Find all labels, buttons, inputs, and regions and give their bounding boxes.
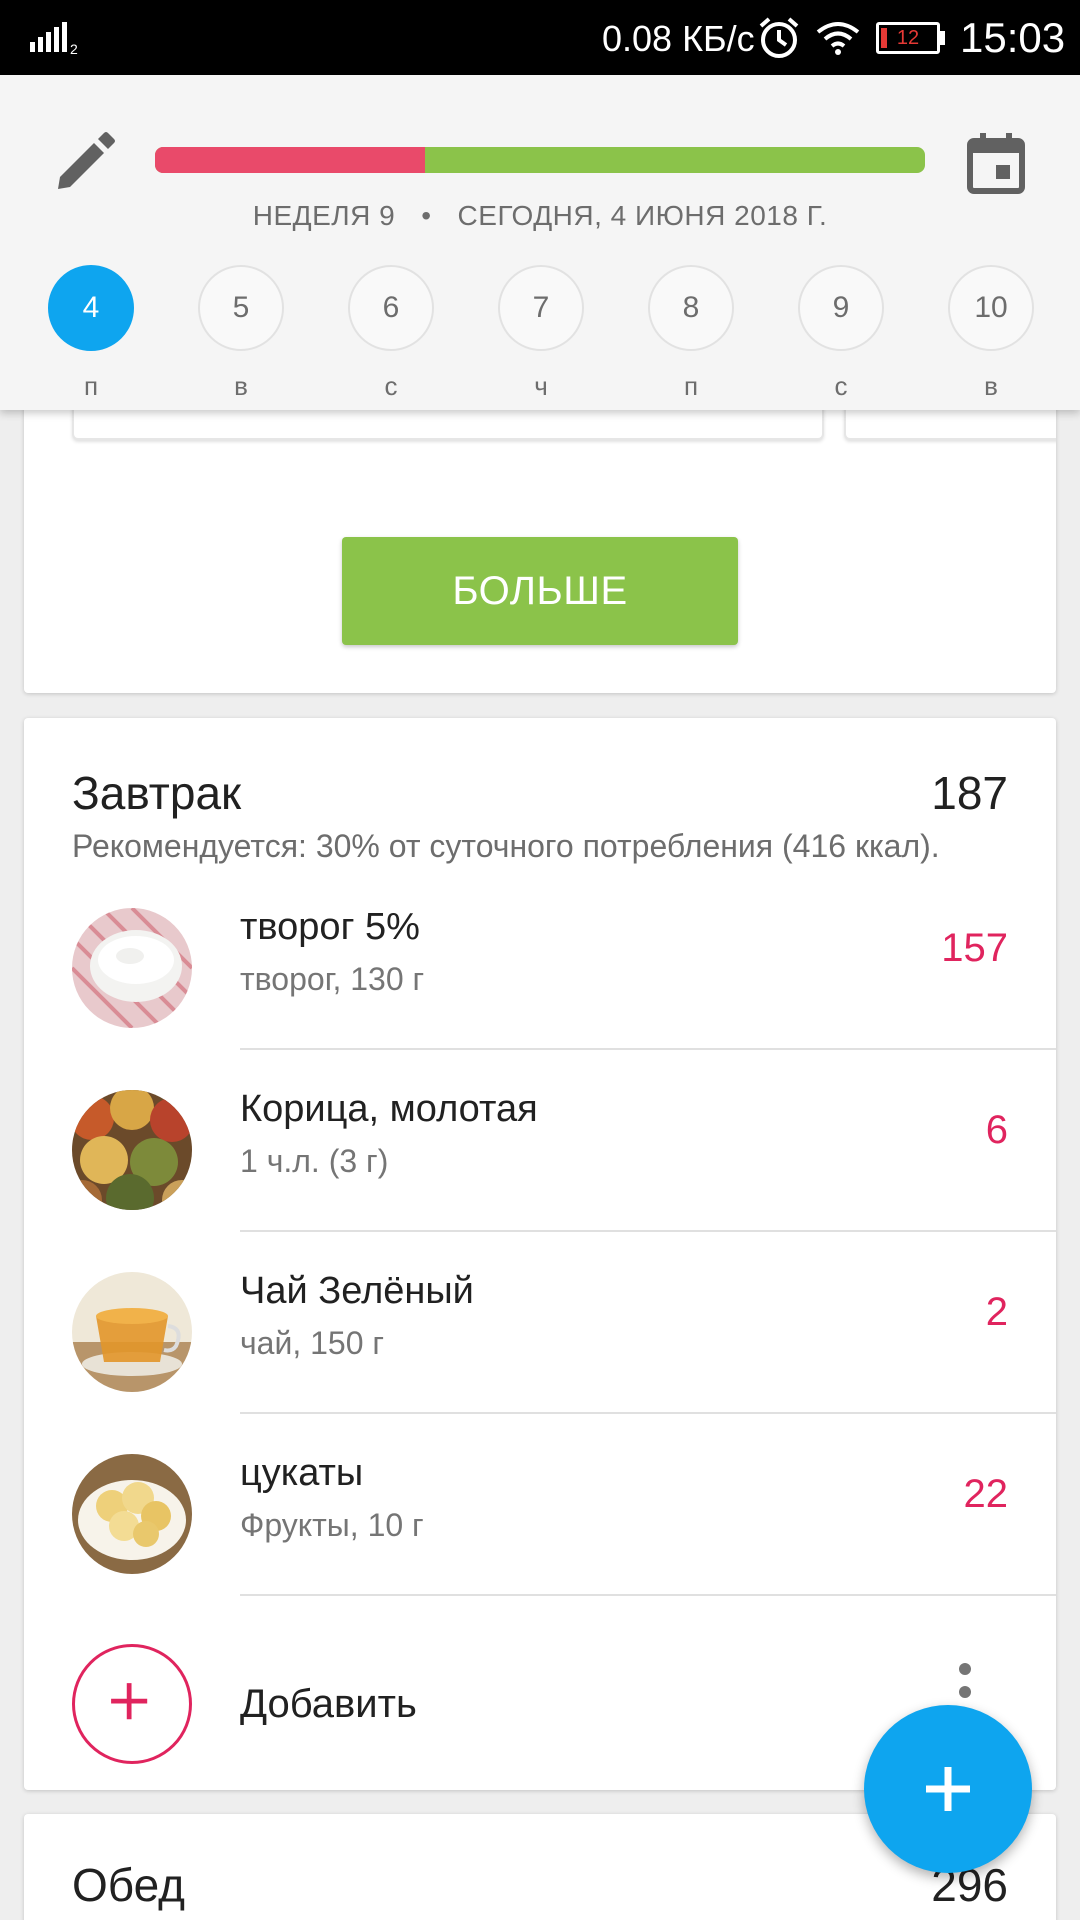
diary-header: НЕДЕЛЯ 9 • СЕГОДНЯ, 4 ИЮНЯ 2018 Г. 4 п 5 в… [0,75,1080,410]
add-fab-button[interactable] [864,1705,1032,1873]
pencil-icon [58,132,115,189]
food-portion: Фрукты, 10 г [240,1507,424,1543]
day-item[interactable]: 7 ч [498,265,584,402]
day-item[interactable]: 5 в [198,265,284,402]
weekday-label: с [834,371,848,401]
day-number: 7 [498,265,584,351]
network-label: 2 [70,41,78,54]
plus-icon [926,1767,970,1811]
food-portion: 1 ч.л. (3 г) [240,1143,389,1179]
day-selector: 4 п 5 в 6 с 7 ч 8 п 9 с 10 в [0,265,1080,405]
weekday-label: п [683,371,699,401]
food-kcal: 157 [941,926,1008,970]
week-label: НЕДЕЛЯ 9 [252,200,396,231]
meal-title: Обед [72,1859,186,1911]
dried-fruit-photo [72,1454,192,1574]
food-name: Чай Зелёный [240,1270,474,1312]
today-date-label: СЕГОДНЯ, 4 ИЮНЯ 2018 Г. [457,200,828,231]
calendar-icon [967,133,1025,194]
day-number: 5 [198,265,284,351]
day-number: 8 [648,265,734,351]
weekday-label: с [384,371,398,401]
edit-button[interactable] [48,127,120,199]
food-portion: чай, 150 г [240,1325,385,1361]
weekday-label: в [984,371,998,401]
food-item[interactable]: цукаты Фрукты, 10 г 22 [24,1414,1056,1596]
food-kcal: 22 [963,1472,1009,1516]
food-name: Корица, молотая [240,1088,538,1130]
food-kcal: 6 [985,1108,1008,1152]
food-item[interactable]: творог 5% творог, 130 г 157 [24,868,1056,1050]
day-item[interactable]: 9 с [798,265,884,402]
add-food-label: Добавить [240,1682,417,1726]
meal-title: Завтрак [72,767,242,819]
meal-total-kcal: 187 [931,767,1008,819]
alarm-icon [759,17,799,58]
food-portion: творог, 130 г [240,961,425,997]
more-recipes-button[interactable]: БОЛЬШЕ РЕЦЕПТОВ [342,537,738,693]
battery-level: 12 [896,27,920,49]
add-food-button[interactable] [72,1644,192,1764]
weekday-label: п [83,371,99,401]
breakfast-card: Завтрак 187 Рекомендуется: 30% от суточн… [24,718,1056,1790]
status-bar: 2 0.08 КБ/с 12 15:03 [0,0,1080,75]
day-item[interactable]: 10 в [948,265,1034,402]
clock: 15:03 [960,14,1066,61]
recipes-card: Keto Bread Baked Salm БОЛЬШЕ РЕЦЕПТОВ [24,380,1056,693]
meal-recommendation: Рекомендуется: 30% от суточного потребле… [72,828,940,864]
plus-icon [111,1683,148,1720]
tea-cup-photo [72,1272,192,1392]
day-number: 6 [348,265,434,351]
day-item[interactable]: 8 п [648,265,734,402]
day-number: 9 [798,265,884,351]
battery-icon: 12 [876,22,940,54]
day-number: 10 [948,265,1034,351]
food-item[interactable]: Корица, молотая 1 ч.л. (3 г) 6 [24,1050,1056,1232]
calorie-progress-spent [155,147,425,173]
food-kcal: 2 [985,1290,1008,1334]
wifi-icon [816,22,860,55]
cottage-cheese-photo [72,908,192,1028]
calorie-progress-bar [155,147,925,173]
spices-photo [72,1090,192,1210]
food-name: творог 5% [240,906,420,948]
divider [240,1594,1056,1596]
network-speed: 0.08 КБ/с [602,18,755,59]
weekday-label: ч [534,371,548,401]
weekday-label: в [234,371,248,401]
calendar-button[interactable] [960,127,1032,199]
food-item[interactable]: Чай Зелёный чай, 150 г 2 [24,1232,1056,1414]
separator-dot: • [421,200,432,231]
day-item[interactable]: 4 п [48,265,134,402]
day-item[interactable]: 6 с [348,265,434,402]
signal-icon: 2 [30,22,78,54]
food-name: цукаты [240,1452,364,1494]
day-number: 4 [48,265,134,351]
week-date-line: НЕДЕЛЯ 9 • СЕГОДНЯ, 4 ИЮНЯ 2018 Г. [0,200,1080,232]
